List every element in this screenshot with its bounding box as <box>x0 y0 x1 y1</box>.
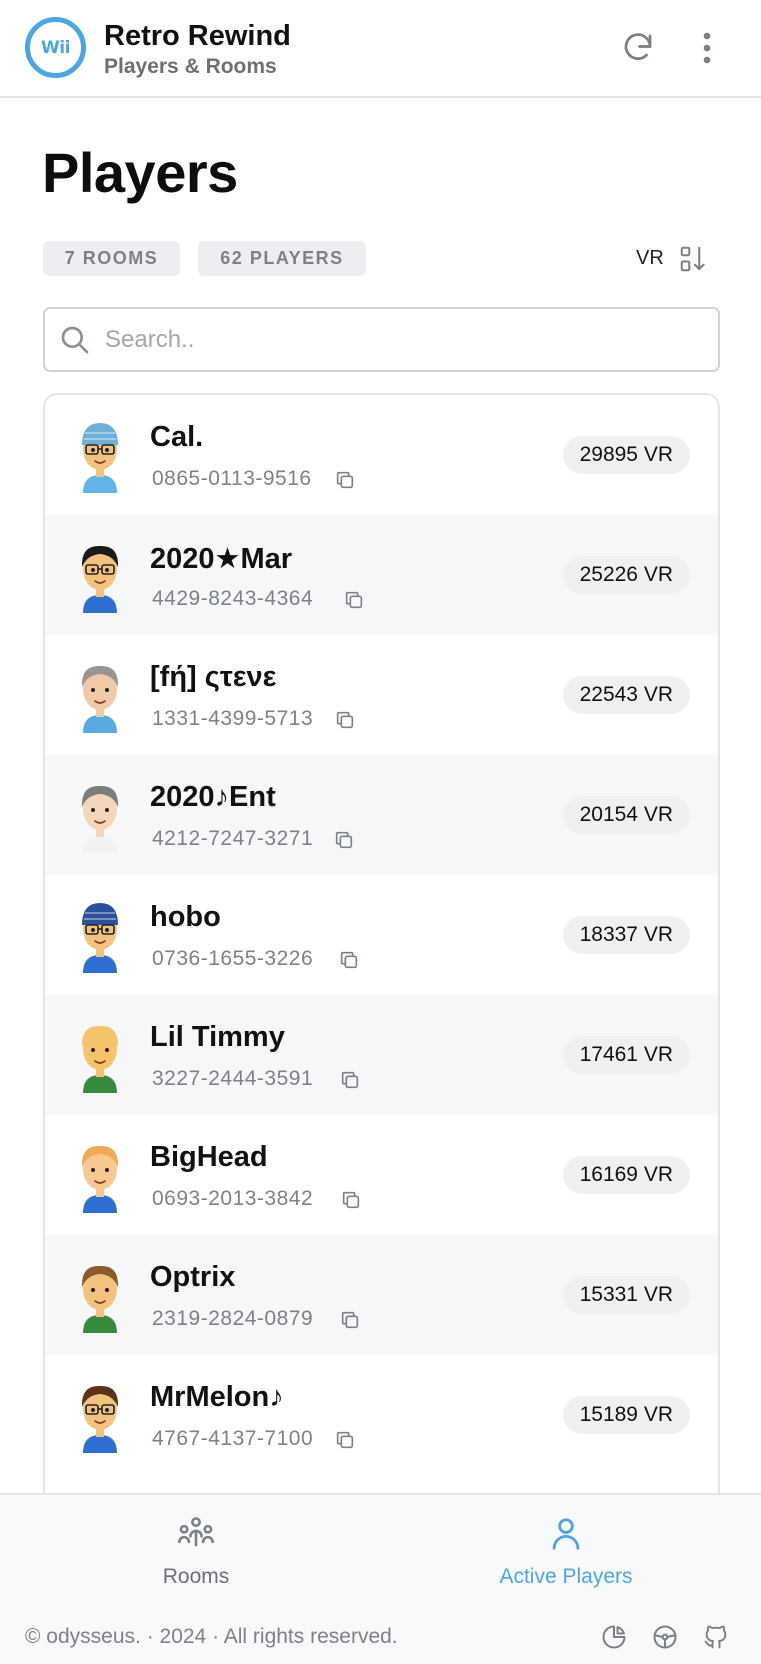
player-row[interactable]: Cal. 0865-0113-9516 29895 VR <box>45 395 718 515</box>
player-name: Optrix <box>150 1261 236 1293</box>
player-row[interactable]: BigHead 0693-2013-3842 16169 VR <box>45 1115 718 1235</box>
logo-text: Wii <box>41 37 70 58</box>
vr-badge: 16169 VR <box>562 1156 690 1194</box>
player-row[interactable]: Lil Timmy 3227-2444-3591 17461 VR <box>45 995 718 1115</box>
app-subtitle: Players & Rooms <box>104 55 277 78</box>
nav-rooms-label: Rooms <box>162 1565 230 1588</box>
mii-avatar <box>73 657 127 733</box>
friend-code: 4429-8243-4364 <box>152 587 314 610</box>
player-name: Cal. <box>150 421 204 453</box>
copy-icon[interactable] <box>340 1189 362 1211</box>
search-icon <box>61 326 89 354</box>
pie-chart-icon[interactable] <box>600 1623 628 1651</box>
player-name: Lil Timmy <box>150 1021 285 1053</box>
vr-badge: 25226 VR <box>562 556 690 594</box>
mii-avatar <box>73 1377 127 1453</box>
copy-icon[interactable] <box>343 589 365 611</box>
sort-label[interactable]: VR <box>636 247 664 270</box>
app-header: Wii Retro Rewind Players & Rooms <box>0 0 761 98</box>
players-count-badge: 62 PLAYERS <box>198 241 366 276</box>
player-row[interactable]: Optrix 2319-2824-0879 15331 VR <box>45 1235 718 1355</box>
player-name: 2020★Mar <box>150 543 293 575</box>
player-row[interactable]: hobo 0736-1655-3226 18337 VR <box>45 875 718 995</box>
copy-icon[interactable] <box>333 829 355 851</box>
group-icon <box>178 1517 214 1547</box>
sort-descending-icon[interactable] <box>678 244 708 274</box>
player-row[interactable]: 2020★Mar 4429-8243-4364 25226 VR <box>45 515 718 635</box>
player-name: hobo <box>150 901 221 933</box>
nav-rooms[interactable]: Rooms <box>76 1515 316 1605</box>
player-list: Cal. 0865-0113-9516 29895 VR 2020★Mar 4429-8… <box>43 393 720 1493</box>
nav-active-players-label: Active Players <box>499 1565 633 1588</box>
rooms-count-badge: 7 ROOMS <box>43 241 180 276</box>
search-input[interactable] <box>105 319 705 361</box>
vr-badge: 18337 VR <box>562 916 690 954</box>
copy-icon[interactable] <box>334 709 356 731</box>
steering-wheel-icon[interactable] <box>651 1623 679 1651</box>
copy-icon[interactable] <box>339 1069 361 1091</box>
vr-badge: 20154 VR <box>562 796 690 834</box>
mii-avatar <box>73 1257 127 1333</box>
player-row[interactable]: 2020♪Ent 4212-7247-3271 20154 VR <box>45 755 718 875</box>
friend-code: 0865-0113-9516 <box>152 467 312 490</box>
vr-badge: 15189 VR <box>562 1396 690 1434</box>
search-box <box>43 307 720 372</box>
player-row[interactable]: MrMelon♪ 4767-4137-7100 15189 VR <box>45 1355 718 1475</box>
github-icon[interactable] <box>702 1623 730 1651</box>
friend-code: 0736-1655-3226 <box>152 947 314 970</box>
copy-icon[interactable] <box>338 949 360 971</box>
friend-code: 2319-2824-0879 <box>152 1307 314 1330</box>
vr-badge: 15331 VR <box>562 1276 690 1314</box>
friend-code: 3227-2444-3591 <box>152 1067 314 1090</box>
player-name: [fή] ςτενε <box>150 661 277 693</box>
copy-icon[interactable] <box>339 1309 361 1331</box>
app-title: Retro Rewind <box>104 20 291 52</box>
mii-avatar <box>73 1137 127 1213</box>
mii-avatar <box>73 777 127 853</box>
player-row[interactable]: [fή] ςτενε 1331-4399-5713 22543 VR <box>45 635 718 755</box>
vr-badge: 22543 VR <box>562 676 690 714</box>
wii-logo: Wii <box>25 17 86 78</box>
bottom-nav: Rooms Active Players © odysseus. · 2024 … <box>0 1493 761 1664</box>
mii-avatar <box>73 1017 127 1093</box>
player-name: BigHead <box>150 1141 268 1173</box>
more-menu-button[interactable] <box>687 28 727 68</box>
mii-avatar <box>73 417 127 493</box>
more-vertical-icon <box>703 32 711 64</box>
player-name: MrMelon♪ <box>150 1381 284 1413</box>
user-icon <box>552 1518 580 1550</box>
refresh-button[interactable] <box>618 28 658 68</box>
vr-badge: 29895 VR <box>562 436 690 474</box>
refresh-icon <box>624 33 652 60</box>
friend-code: 4767-4137-7100 <box>152 1427 314 1450</box>
mii-avatar <box>73 537 127 613</box>
mii-avatar <box>73 897 127 973</box>
nav-active-players[interactable]: Active Players <box>446 1515 686 1605</box>
friend-code: 1331-4399-5713 <box>152 707 314 730</box>
footer-copyright: © odysseus. · 2024 · All rights reserved… <box>25 1625 398 1648</box>
friend-code: 0693-2013-3842 <box>152 1187 314 1210</box>
copy-icon[interactable] <box>334 469 356 491</box>
vr-badge: 17461 VR <box>562 1036 690 1074</box>
friend-code: 4212-7247-3271 <box>152 827 314 850</box>
copy-icon[interactable] <box>334 1429 356 1451</box>
player-name: 2020♪Ent <box>150 781 276 813</box>
page-title: Players <box>42 141 238 204</box>
